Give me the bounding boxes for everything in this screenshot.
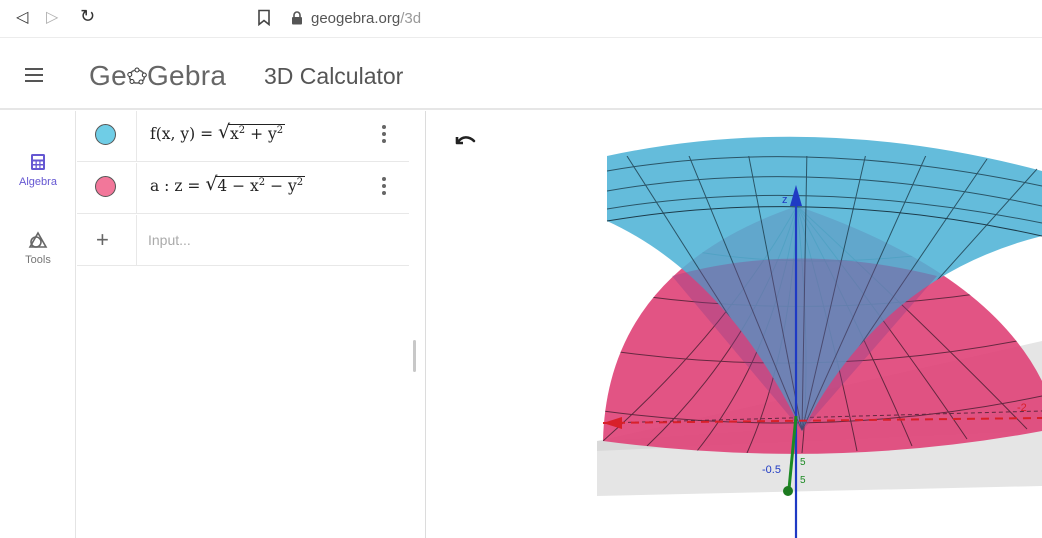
formula-a-lhs: a : z = bbox=[150, 177, 206, 196]
hamburger-menu-icon[interactable] bbox=[25, 68, 43, 82]
plot-canvas[interactable]: -2 z -0.5 5 5 bbox=[427, 111, 1042, 538]
x-axis-tick-label: -0.5 bbox=[762, 464, 781, 476]
geogebra-logo: Ge Gebra bbox=[89, 60, 226, 92]
formula-f[interactable]: f(x, y) = √ x2 + y2 bbox=[150, 121, 286, 144]
rail-label-tools: Tools bbox=[25, 254, 51, 266]
more-options-icon[interactable] bbox=[382, 177, 386, 197]
browser-toolbar: ◁ ▷ ↻ geogebra.org/3d bbox=[0, 0, 1042, 38]
add-icon[interactable]: + bbox=[96, 227, 109, 253]
left-rail: Algebra Tools bbox=[0, 111, 76, 538]
lock-icon bbox=[292, 11, 302, 25]
app-title: 3D Calculator bbox=[264, 63, 404, 89]
rail-label-algebra: Algebra bbox=[19, 176, 57, 188]
formula-f-term1: x bbox=[230, 125, 239, 144]
x-axis-tick-small-b: 5 bbox=[800, 475, 806, 486]
visibility-toggle-a[interactable] bbox=[95, 176, 116, 197]
formula-a-term2: − y bbox=[265, 177, 297, 196]
url-path: /3d bbox=[400, 10, 422, 27]
formula-f-lhs: f(x, y) = bbox=[150, 125, 219, 144]
bookmark-icon[interactable] bbox=[257, 9, 271, 26]
url-host: geogebra.org bbox=[311, 10, 401, 27]
z-axis-label: z bbox=[782, 194, 788, 206]
formula-a-term1: 4 − x bbox=[217, 177, 259, 196]
x-axis-origin-marker bbox=[783, 486, 793, 496]
y-axis-tick-label: -2 bbox=[1017, 402, 1027, 414]
reload-icon[interactable]: ↻ bbox=[80, 7, 95, 25]
visibility-toggle-f[interactable] bbox=[95, 124, 116, 145]
panel-resize-handle[interactable] bbox=[413, 340, 416, 372]
formula-a-exp2: 2 bbox=[296, 177, 304, 188]
formula-a[interactable]: a : z = √ 4 − x2 − y2 bbox=[150, 173, 306, 196]
more-options-icon[interactable] bbox=[382, 125, 386, 145]
algebra-input-row[interactable]: + Input... bbox=[77, 215, 409, 266]
formula-f-exp2: 2 bbox=[276, 125, 284, 136]
rail-item-tools[interactable]: Tools bbox=[0, 231, 76, 266]
marble-cell bbox=[77, 111, 137, 162]
x-axis-tick-small-a: 5 bbox=[800, 457, 806, 468]
calculator-icon bbox=[31, 154, 45, 170]
forward-arrow-icon[interactable]: ▷ bbox=[46, 9, 58, 27]
graphics-3d-view[interactable]: -2 z -0.5 5 5 bbox=[427, 111, 1042, 538]
formula-f-term2: + y bbox=[245, 125, 277, 144]
algebra-item-a[interactable]: a : z = √ 4 − x2 − y2 bbox=[77, 163, 409, 214]
logo-text-end: Gebra bbox=[146, 60, 227, 91]
geogebra-logo-icon bbox=[127, 67, 147, 85]
back-arrow-icon[interactable]: ◁ bbox=[16, 9, 28, 27]
rail-item-algebra[interactable]: Algebra bbox=[0, 153, 76, 188]
algebra-item-f[interactable]: f(x, y) = √ x2 + y2 bbox=[77, 111, 409, 162]
address-bar[interactable]: geogebra.org/3d bbox=[311, 10, 421, 27]
logo-text-start: Ge bbox=[89, 60, 127, 91]
sqrt-symbol: √ 4 − x2 − y2 bbox=[205, 173, 306, 196]
marble-cell: + bbox=[77, 215, 137, 266]
algebra-input[interactable]: Input... bbox=[148, 232, 191, 248]
tools-icon bbox=[28, 231, 48, 248]
marble-cell bbox=[77, 163, 137, 214]
sqrt-symbol: √ x2 + y2 bbox=[218, 121, 286, 144]
algebra-panel: f(x, y) = √ x2 + y2 a : z = √ 4 − x2 − y2 … bbox=[77, 111, 426, 538]
app-header: Ge Gebra 3D Calculator bbox=[0, 39, 1042, 110]
